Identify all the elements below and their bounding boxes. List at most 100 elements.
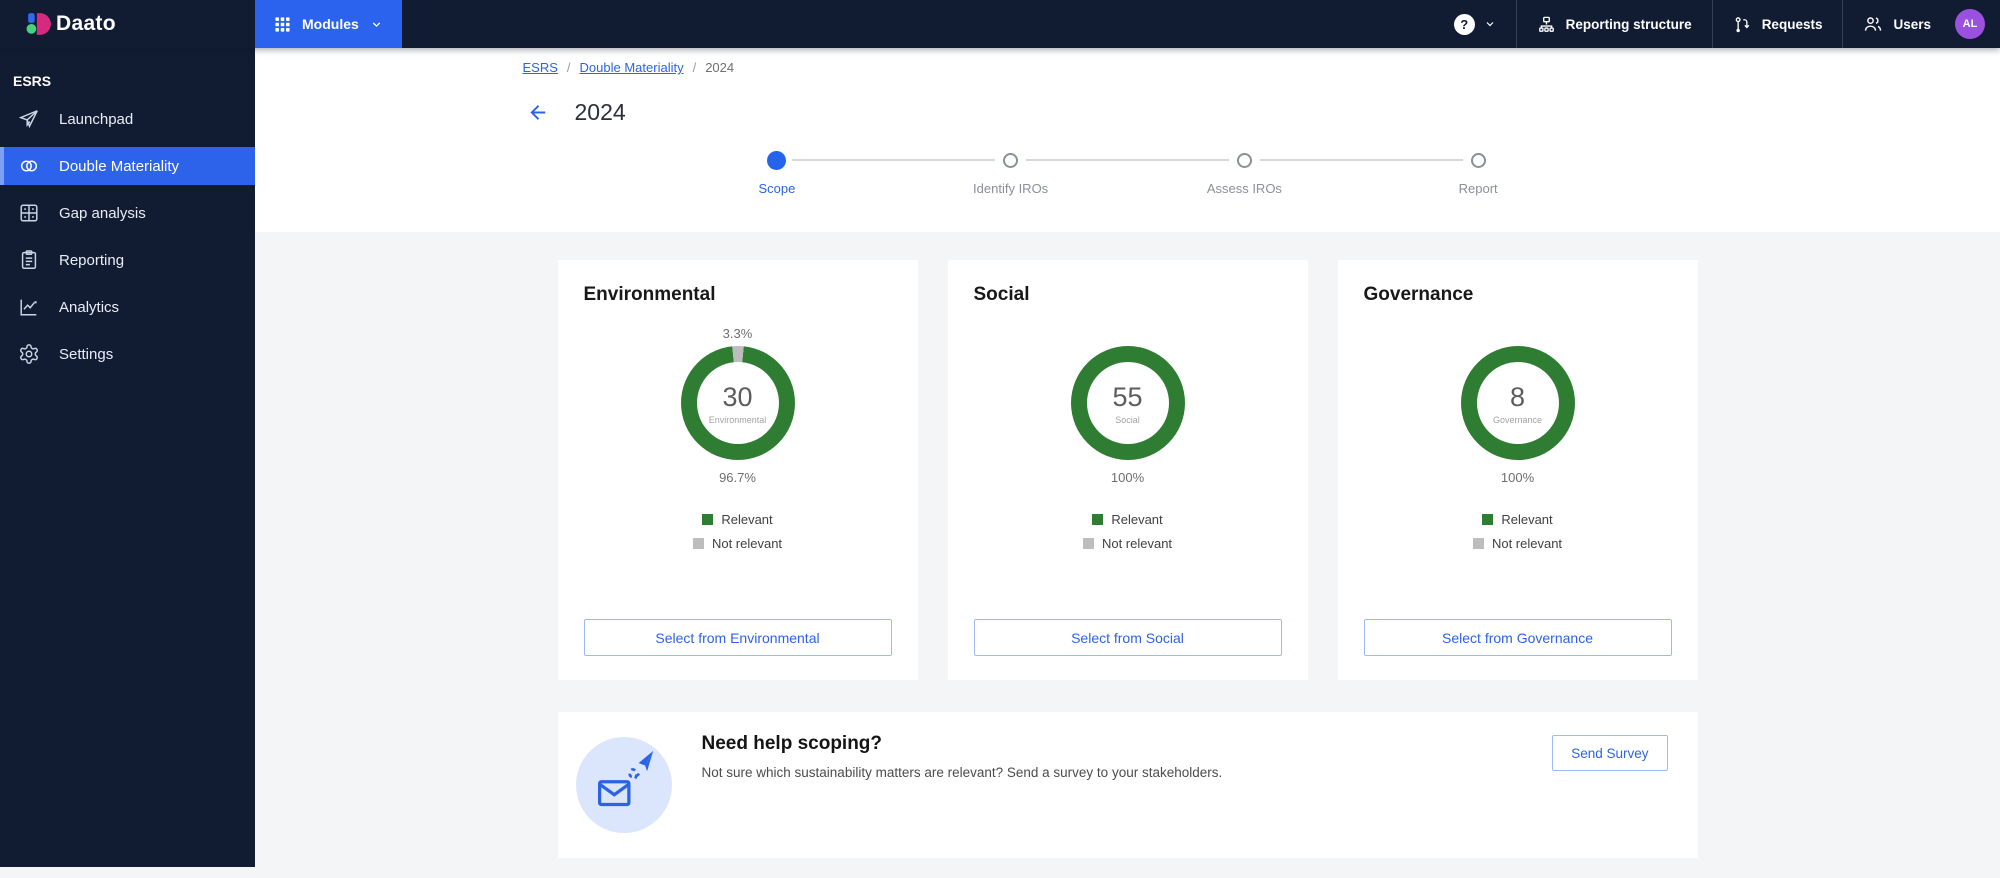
legend-swatch-not-relevant	[692, 538, 704, 549]
legend-label: Relevant	[1501, 512, 1553, 527]
card-social: Social 55 Social 100% Relevant Not relev…	[947, 260, 1308, 680]
daato-logo-icon	[26, 13, 51, 35]
sidebar-item-settings[interactable]: Settings	[0, 335, 255, 373]
donut-center: 55 Social	[1086, 362, 1169, 444]
users-icon	[1865, 17, 1882, 31]
donut-center-label: Governance	[1492, 414, 1543, 425]
step-label: Report	[1458, 181, 1498, 196]
gear-icon	[20, 344, 38, 364]
user-avatar[interactable]: AL	[1955, 9, 1985, 39]
reporting-structure-label: Reporting structure	[1565, 16, 1692, 32]
donut-bottom-percent-label: 100%	[1500, 470, 1535, 485]
donut-center-label: Environmental	[708, 414, 767, 425]
donut-bottom-percent-label: 96.7%	[719, 470, 756, 485]
daato-logo[interactable]: Daato	[0, 0, 255, 48]
step-connector	[1259, 159, 1362, 161]
chart-legend: Relevant Not relevant	[584, 512, 892, 551]
donut-center: 30 Environmental	[696, 362, 779, 444]
step-identify-iros[interactable]: Identify IROs	[893, 150, 1128, 196]
breadcrumb-separator: /	[566, 60, 571, 75]
sidebar-item-double-materiality[interactable]: Double Materiality	[0, 147, 255, 185]
donut-center: 8 Governance	[1476, 362, 1559, 444]
step-assess-iros[interactable]: Assess IROs	[1127, 150, 1362, 196]
select-from-governance-button[interactable]: Select from Governance	[1363, 619, 1672, 656]
sidebar-item-label: Gap analysis	[59, 204, 146, 222]
donut-bottom-percent-label: 100%	[1110, 470, 1145, 485]
main-content: ESRS / Double Materiality / 2024 2024 Sc…	[255, 0, 2000, 878]
step-connector	[792, 159, 894, 161]
donut-count: 30	[722, 381, 753, 412]
breadcrumb: ESRS / Double Materiality / 2024	[523, 48, 1733, 75]
breadcrumb-separator: /	[692, 60, 697, 75]
card-title: Social	[973, 284, 1030, 305]
legend-item-not-relevant: Not relevant	[1472, 536, 1563, 551]
sidebar-item-gap-analysis[interactable]: Gap analysis	[0, 194, 255, 232]
legend-swatch-not-relevant	[1082, 538, 1094, 549]
back-button[interactable]	[527, 101, 550, 124]
title-row: 2024	[523, 99, 1733, 126]
step-connector	[660, 159, 761, 161]
card-environmental: Environmental 3.3% 30 Environmental 96.7…	[557, 260, 918, 680]
sitemap-icon	[1538, 16, 1554, 32]
page-header: ESRS / Double Materiality / 2024 2024 Sc…	[255, 48, 2000, 232]
banner-text-block: Need help scoping? Not sure which sustai…	[702, 712, 1223, 780]
banner-title: Need help scoping?	[701, 733, 883, 754]
sidebar-item-label: Reporting	[59, 251, 125, 269]
category-cards: Environmental 3.3% 30 Environmental 96.7…	[523, 260, 1733, 680]
donut-count: 8	[1509, 381, 1526, 412]
step-dot	[1003, 152, 1019, 168]
help-menu[interactable]: ?	[1434, 0, 1516, 48]
clipboard-icon	[21, 250, 37, 269]
grid-apps-icon	[275, 16, 290, 32]
step-dot	[1236, 152, 1252, 168]
legend-swatch-relevant	[1092, 514, 1104, 525]
donut-count: 55	[1112, 381, 1143, 412]
sidebar-item-analytics[interactable]: Analytics	[0, 288, 255, 326]
step-scope[interactable]: Scope	[660, 150, 894, 196]
legend-label: Relevant	[721, 512, 773, 527]
step-label: Identify IROs	[973, 181, 1049, 196]
select-from-environmental-button[interactable]: Select from Environmental	[583, 619, 892, 656]
topbar-right-nav: ? Reporting structure Requests Users AL	[1434, 0, 2000, 48]
legend-label: Not relevant	[711, 536, 783, 551]
modules-button[interactable]: Modules	[255, 0, 402, 48]
legend-label: Relevant	[1111, 512, 1163, 527]
users-button[interactable]: Users	[1842, 0, 1951, 48]
sidebar-item-launchpad[interactable]: Launchpad	[0, 100, 255, 138]
breadcrumb-link-esrs[interactable]: ESRS	[523, 60, 558, 75]
legend-label: Not relevant	[1491, 536, 1563, 551]
logo-text: Daato	[56, 12, 116, 35]
sidebar-item-reporting[interactable]: Reporting	[0, 241, 255, 279]
modules-label: Modules	[302, 16, 359, 32]
legend-item-relevant: Relevant	[702, 512, 773, 527]
donut-ring: 30 Environmental	[680, 346, 795, 460]
pull-request-icon	[1735, 16, 1750, 32]
donut-ring: 8 Governance	[1460, 346, 1575, 460]
card-governance: Governance 8 Governance 100% Relevant No…	[1337, 260, 1698, 680]
line-chart-icon	[20, 299, 37, 316]
step-report[interactable]: Report	[1361, 150, 1595, 196]
step-connector	[1026, 159, 1128, 161]
donut-chart-governance: 8 Governance 100%	[1364, 306, 1672, 486]
send-survey-button[interactable]: Send Survey	[1552, 735, 1668, 771]
grid-icon	[20, 204, 38, 222]
step-dot	[1470, 152, 1486, 168]
donut-top-percent-label: 3.3%	[722, 326, 753, 341]
card-title: Governance	[1363, 284, 1474, 305]
page-title: 2024	[574, 99, 626, 125]
envelope-plane-icon	[597, 750, 653, 807]
sidebar-item-label: Analytics	[59, 298, 120, 316]
sidebar: ESRS Launchpad Double Materiality Gap an…	[0, 48, 255, 867]
requests-label: Requests	[1761, 16, 1823, 32]
legend-swatch-not-relevant	[1472, 538, 1484, 549]
requests-button[interactable]: Requests	[1711, 0, 1843, 48]
step-label: Scope	[758, 181, 796, 196]
overlapping-circles-icon	[20, 160, 38, 172]
help-icon: ?	[1453, 13, 1475, 35]
paper-plane-icon	[18, 110, 38, 129]
sidebar-section-label: ESRS	[13, 73, 52, 89]
select-from-social-button[interactable]: Select from Social	[973, 619, 1282, 656]
reporting-structure-button[interactable]: Reporting structure	[1515, 0, 1712, 48]
breadcrumb-link-double-materiality[interactable]: Double Materiality	[580, 60, 684, 75]
legend-swatch-relevant	[1482, 514, 1494, 525]
